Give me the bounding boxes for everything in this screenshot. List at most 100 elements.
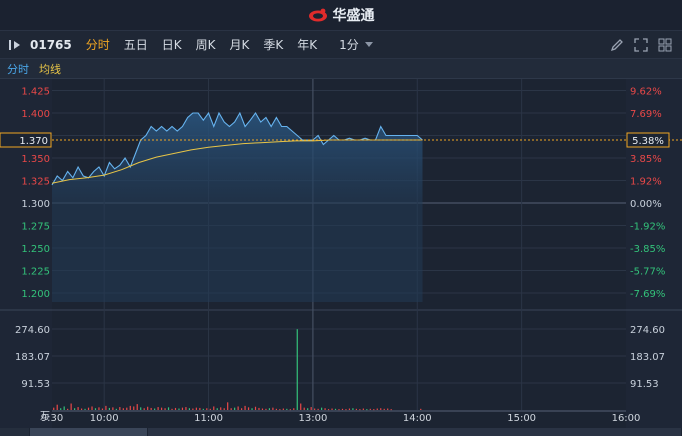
pct-tick-label: 9.62% — [630, 87, 662, 98]
volume-bar — [91, 406, 93, 410]
volume-bar — [56, 404, 58, 410]
period-select[interactable]: 1分 — [339, 36, 373, 53]
brand-logo-icon — [308, 8, 327, 22]
volume-bar — [341, 408, 344, 410]
volume-bar — [376, 408, 378, 410]
volume-bar — [300, 403, 302, 410]
volume-bar — [282, 408, 284, 410]
volume-bar — [314, 408, 316, 410]
volume-bar — [143, 408, 145, 410]
volume-bar — [293, 408, 295, 410]
pct-tick-label: 7.69% — [630, 109, 662, 120]
volume-bar — [362, 408, 364, 410]
pct-tick-label: 0.00% — [630, 199, 662, 210]
volume-bar — [265, 408, 267, 410]
price-tick-label: 1.400 — [21, 109, 50, 120]
volume-bar — [87, 407, 90, 410]
volume-bar — [254, 406, 257, 410]
price-tick-label: 1.425 — [21, 87, 50, 98]
tab-daily-k[interactable]: 日K — [162, 36, 182, 53]
volume-bar — [126, 407, 128, 410]
volume-bar — [140, 407, 142, 410]
volume-bar — [53, 407, 55, 410]
volume-bar — [160, 407, 163, 410]
tab-intraday[interactable]: 分时 — [86, 36, 110, 53]
tab-five-day[interactable]: 五日 — [124, 36, 148, 53]
volume-bar — [133, 406, 135, 410]
volume-bar — [108, 407, 110, 410]
volume-bar — [230, 408, 232, 410]
volume-bar — [147, 406, 149, 410]
collapse-sidebar-icon[interactable] — [8, 38, 22, 52]
time-tick-label: 10:00 — [90, 413, 119, 424]
volume-bar — [119, 407, 121, 410]
volume-bar — [251, 408, 253, 410]
volume-tick-label-right: 91.53 — [630, 379, 659, 390]
volume-bar — [327, 409, 330, 411]
volume-bar — [192, 408, 194, 410]
volume-bar — [338, 409, 340, 411]
price-area-fill-lower — [52, 203, 423, 302]
pct-tick-label: -1.92% — [630, 222, 665, 233]
volume-bar — [286, 408, 288, 410]
volume-bar — [185, 407, 187, 410]
volume-bar — [345, 409, 347, 411]
tab-weekly-k[interactable]: 周K — [196, 36, 216, 53]
tab-quarterly-k[interactable]: 季K — [263, 36, 283, 53]
volume-tick-label: 183.07 — [15, 352, 50, 363]
stock-code: 01765 — [30, 37, 72, 52]
volume-bar — [331, 408, 333, 410]
volume-bar — [188, 408, 191, 410]
brand: 华盛通 — [308, 5, 375, 25]
pct-tick-label: -3.85% — [630, 244, 665, 255]
intraday-chart[interactable]: 1.4259.62%1.4007.69%1.3755.77%1.3503.85%… — [0, 79, 682, 428]
volume-bar — [122, 408, 124, 410]
period-value: 1分 — [339, 38, 359, 52]
volume-bar — [129, 405, 131, 410]
volume-bar — [77, 407, 79, 410]
volume-bar — [98, 407, 100, 410]
time-tick-label: 14:00 — [403, 413, 432, 424]
volume-bar — [272, 407, 274, 410]
tab-yearly-k[interactable]: 年K — [297, 36, 317, 53]
volume-bar — [383, 408, 385, 410]
price-tick-label: 1.325 — [21, 177, 50, 188]
volume-bar — [244, 405, 246, 410]
volume-bar — [112, 407, 114, 410]
volume-bar — [213, 406, 215, 410]
volume-bar — [258, 407, 260, 410]
volume-bar — [352, 408, 354, 410]
time-tick-label: 16:00 — [612, 413, 641, 424]
volume-bar — [105, 405, 107, 410]
volume-bar — [261, 408, 264, 410]
volume-bar — [171, 408, 173, 410]
title-bar: 华盛通 — [0, 0, 682, 31]
pct-tick-label: 1.92% — [630, 177, 662, 188]
bottom-scrollbar[interactable] — [0, 428, 682, 436]
current-pct-label: 5.38% — [632, 136, 664, 147]
time-tick-label: 13:00 — [298, 413, 327, 424]
volume-bar — [355, 408, 357, 410]
volume-bar — [387, 408, 389, 410]
price-tick-label: 1.250 — [21, 244, 50, 255]
volume-bar — [240, 408, 243, 410]
volume-bar — [324, 408, 326, 410]
volume-bar — [136, 404, 138, 410]
volume-bar — [303, 407, 305, 410]
volume-bar — [321, 407, 323, 410]
volume-bar — [348, 408, 351, 410]
volume-bar — [181, 407, 184, 410]
volume-bar — [307, 408, 309, 410]
price-tick-label: 1.350 — [21, 154, 50, 165]
toolbar: 01765 分时 五日 日K 周K 月K 季K 年K 1分 — [0, 31, 682, 59]
volume-bar — [390, 409, 392, 411]
grid-icon[interactable] — [658, 38, 672, 52]
current-price-label: 1.370 — [19, 136, 48, 147]
volume-bar — [373, 409, 375, 411]
expand-icon[interactable] — [634, 38, 648, 52]
volume-bar — [227, 402, 229, 410]
pencil-icon[interactable] — [610, 38, 624, 52]
tab-monthly-k[interactable]: 月K — [230, 36, 250, 53]
volume-bar — [174, 407, 177, 410]
volume-bar — [220, 407, 222, 410]
